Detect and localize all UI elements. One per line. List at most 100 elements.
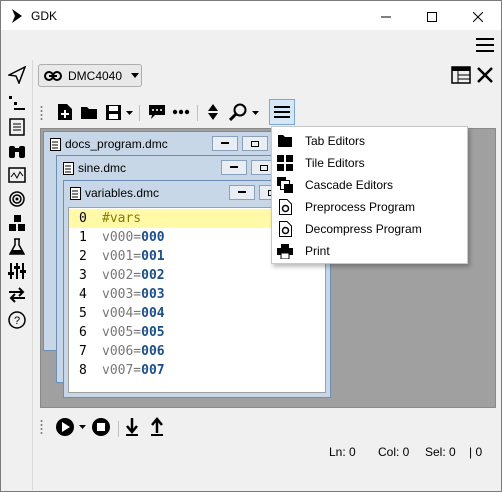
restore-icon — [260, 164, 268, 171]
sort-button[interactable] — [202, 101, 224, 123]
play-dropdown-icon[interactable] — [79, 425, 86, 429]
close-panel-icon[interactable] — [476, 66, 494, 84]
line-code: v001=001 — [102, 249, 165, 264]
maximize-button[interactable] — [409, 2, 455, 31]
line-number: 3 — [79, 268, 87, 283]
title-bar: GDK — [1, 1, 501, 30]
document-icon — [70, 186, 81, 200]
program-toolbar — [40, 414, 200, 440]
open-file-button[interactable] — [78, 101, 100, 123]
up-down-icon — [207, 103, 219, 121]
menu-item-tab-editors[interactable]: Tab Editors — [272, 130, 467, 152]
save-button[interactable] — [102, 101, 124, 123]
numbers-icon[interactable] — [7, 213, 27, 233]
send-icon[interactable] — [7, 65, 27, 85]
minimize-editor-button[interactable] — [221, 160, 247, 175]
menu-item-label: Tile Editors — [305, 156, 365, 170]
comment-icon — [148, 104, 166, 120]
folder-icon — [276, 132, 294, 150]
stop-icon[interactable] — [91, 417, 111, 437]
minimize-icon — [221, 142, 229, 145]
app-logo-icon — [10, 8, 24, 24]
save-dropdown-icon[interactable] — [126, 111, 133, 115]
editor-window-title: sine.dmc — [78, 161, 127, 175]
line-number: 7 — [79, 344, 87, 359]
scope-icon[interactable] — [7, 165, 27, 185]
menu-item-print[interactable]: Print — [272, 240, 467, 262]
minimize-button[interactable] — [363, 2, 409, 31]
target-icon[interactable] — [7, 189, 27, 209]
line-code: v002=002 — [102, 268, 165, 283]
main-menu-icon[interactable] — [476, 38, 494, 52]
new-file-icon — [57, 103, 73, 121]
help-icon[interactable]: ? — [7, 310, 27, 330]
line-code: #vars — [102, 211, 142, 226]
line-code: v000=000 — [102, 230, 165, 245]
more-button[interactable] — [170, 101, 192, 123]
toolbar-separator — [197, 105, 198, 121]
binoculars-icon[interactable] — [7, 141, 27, 161]
document-icon — [63, 161, 74, 175]
upload-icon[interactable] — [150, 417, 164, 437]
code-line[interactable]: 3 v002=002 — [69, 266, 325, 285]
minimize-icon — [238, 191, 246, 194]
minimize-editor-button[interactable] — [212, 136, 238, 151]
link-icon — [44, 70, 62, 81]
line-number: 8 — [79, 363, 87, 378]
sliders-icon[interactable] — [7, 261, 27, 281]
document-icon — [50, 137, 61, 151]
comment-button[interactable] — [146, 101, 168, 123]
line-code: v004=004 — [102, 306, 165, 321]
menu-item-label: Tab Editors — [305, 134, 366, 148]
line-number: 0 — [79, 211, 87, 226]
save-icon — [105, 104, 122, 121]
line-number: 6 — [79, 325, 87, 340]
search-dropdown-icon[interactable] — [252, 111, 259, 115]
code-line[interactable]: 7 v006=006 — [69, 342, 325, 361]
flask-icon[interactable] — [7, 237, 27, 257]
document-icon[interactable] — [7, 117, 27, 137]
code-line[interactable]: 4 v003=003 — [69, 285, 325, 304]
line-number: 5 — [79, 306, 87, 321]
menu-item-decompress-program[interactable]: Decompress Program — [272, 218, 467, 240]
line-number: 1 — [79, 230, 87, 245]
transfer-icon[interactable] — [7, 285, 27, 305]
menu-item-tile-editors[interactable]: Tile Editors — [272, 152, 467, 174]
editor-window-title: docs_program.dmc — [65, 137, 168, 151]
outline-icon[interactable] — [7, 93, 27, 113]
line-number: 4 — [79, 287, 87, 302]
printer-icon — [276, 242, 294, 260]
editor-window-title: variables.dmc — [85, 186, 160, 200]
menu-item-preprocess-program[interactable]: Preprocess Program — [272, 196, 467, 218]
code-line[interactable]: 8 v007=007 — [69, 361, 325, 380]
minimize-editor-button[interactable] — [229, 185, 255, 200]
download-icon[interactable] — [125, 417, 139, 437]
more-icon — [172, 109, 190, 115]
chevron-down-icon — [131, 73, 139, 78]
controller-selector[interactable]: DMC4040 — [38, 64, 142, 87]
menu-item-label: Decompress Program — [305, 222, 422, 236]
new-file-button[interactable] — [54, 101, 76, 123]
gear-document-icon — [276, 198, 294, 216]
status-bar: Ln: 0 Col: 0 Sel: 0 | 0 — [320, 445, 496, 461]
search-button[interactable] — [227, 101, 249, 123]
line-code: v005=005 — [102, 325, 165, 340]
gear-document-icon — [276, 220, 294, 238]
status-extra: | 0 — [469, 445, 483, 459]
code-line[interactable]: 6 v005=005 — [69, 323, 325, 342]
status-line: Ln: 0 — [329, 445, 356, 459]
editor-toolbar — [40, 99, 300, 127]
menu-item-cascade-editors[interactable]: Cascade Editors — [272, 174, 467, 196]
restore-editor-button[interactable] — [242, 136, 268, 151]
play-icon[interactable] — [55, 417, 75, 437]
editor-menu-button[interactable] — [269, 99, 295, 125]
layout-icon[interactable] — [451, 66, 471, 84]
window-title: GDK — [31, 9, 58, 23]
folder-open-icon — [80, 105, 98, 120]
code-line[interactable]: 5 v004=004 — [69, 304, 325, 323]
svg-text:?: ? — [14, 315, 20, 327]
menu-item-label: Print — [305, 244, 330, 258]
close-window-button[interactable] — [455, 2, 501, 31]
search-icon — [229, 103, 247, 121]
minimize-icon — [381, 12, 391, 22]
